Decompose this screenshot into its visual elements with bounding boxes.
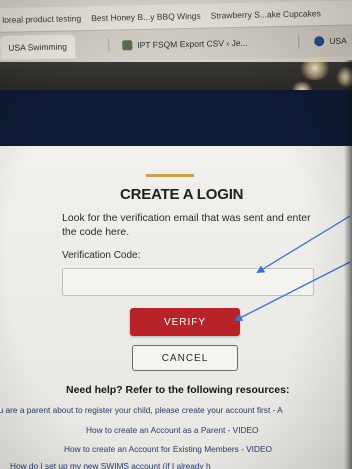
screen-edge-shadow: [344, 60, 352, 469]
csv-file-icon: [122, 40, 133, 51]
page-title: CREATE A LOGIN: [120, 186, 244, 203]
tab-label: IPT FSQM Export CSV ‹ Je...: [137, 37, 248, 51]
tab-label: USA: [329, 35, 347, 47]
verification-code-input[interactable]: [62, 268, 314, 296]
help-link-existing-members-video[interactable]: How to create an Account for Existing Me…: [64, 444, 272, 454]
cancel-button[interactable]: CANCEL: [132, 345, 238, 371]
bookmark-item[interactable]: Strawberry S...ake Cupcakes: [211, 8, 321, 20]
tab-usa-swimming[interactable]: USA Swimming: [0, 34, 76, 60]
verification-code-label: Verification Code:: [62, 250, 141, 261]
title-accent-line: [146, 174, 194, 177]
tab-usa[interactable]: USA: [306, 28, 352, 53]
usa-swimming-icon: [314, 36, 325, 47]
bookmark-item[interactable]: Best Honey B...y BBQ Wings: [91, 11, 201, 23]
tab-divider: [298, 34, 300, 49]
tab-csv-export[interactable]: IPT FSQM Export CSV ‹ Je...: [114, 31, 256, 58]
bookmark-item[interactable]: loreal product testing: [2, 13, 81, 25]
instructions-text: Look for the verification email that was…: [62, 212, 311, 238]
help-link-swims-account[interactable]: How do I set up my new SWIMS account (if…: [10, 461, 211, 469]
tab-strip: USA Swimming IPT FSQM Export CSV ‹ Je...…: [0, 24, 352, 64]
help-link-parent-video[interactable]: How to create an Account as a Parent - V…: [86, 425, 258, 435]
tab-label: USA Swimming: [8, 41, 68, 53]
help-heading: Need help? Refer to the following resour…: [66, 384, 290, 396]
verify-button[interactable]: VERIFY: [130, 308, 240, 336]
site-header: [0, 90, 352, 146]
help-link-parent-register[interactable]: ou are a parent about to register your c…: [0, 405, 283, 415]
light-reflection: [298, 56, 332, 80]
screen-photo: loreal product testing Best Honey B...y …: [0, 0, 352, 469]
tab-divider: [108, 38, 110, 53]
